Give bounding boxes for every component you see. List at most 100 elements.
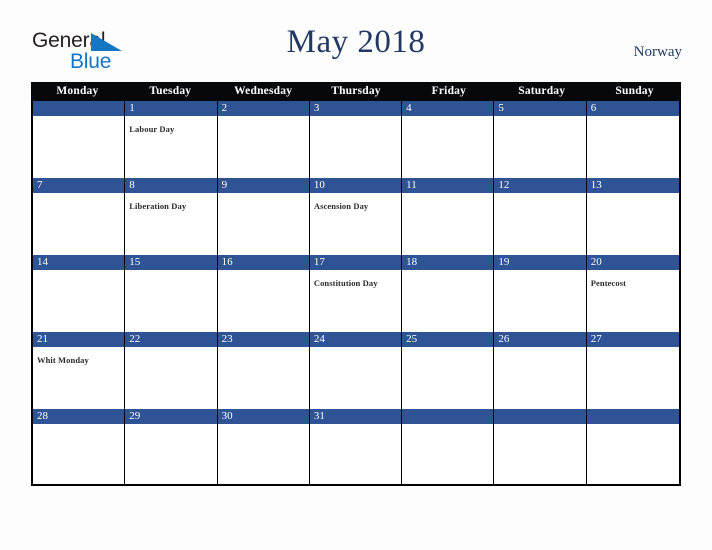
weekday-header-friday: Friday [431, 85, 467, 97]
day-number-bar: 13 [586, 178, 679, 193]
day-cell[interactable]: 29 [125, 409, 218, 484]
day-cell[interactable]: 19 [494, 255, 587, 332]
day-cell[interactable]: 23 [217, 332, 310, 409]
day-cell[interactable] [494, 409, 587, 484]
day-number: 18 [406, 256, 418, 268]
day-cell[interactable]: 9 [217, 178, 310, 255]
day-cell[interactable]: 31 [309, 409, 403, 484]
day-body [218, 347, 309, 409]
weekday-header-thursday: Thursday [331, 85, 381, 97]
day-body [33, 116, 124, 178]
day-body: Liberation Day [125, 193, 216, 255]
day-number-bar: 20 [586, 255, 679, 270]
day-number-bar: 1 [125, 101, 217, 116]
day-body [310, 116, 401, 178]
day-cell[interactable]: 11 [402, 178, 495, 255]
day-number: 8 [129, 179, 135, 191]
day-body: Constitution Day [310, 270, 401, 332]
day-number: 31 [313, 410, 325, 422]
day-cell[interactable]: 14 [33, 255, 126, 332]
country-label: Norway [633, 44, 682, 60]
day-cell[interactable]: 13 [586, 178, 679, 255]
day-number: 7 [37, 179, 43, 191]
day-cell[interactable]: 7 [33, 178, 126, 255]
day-body: Labour Day [125, 116, 216, 178]
day-cell[interactable]: 22 [125, 332, 218, 409]
day-cell[interactable]: 16 [217, 255, 310, 332]
day-number-bar: 22 [125, 332, 217, 347]
day-number-bar: 8 [125, 178, 217, 193]
calendar-page: General Blue May 2018 Norway Monday Tues… [0, 0, 712, 550]
weekday-header-sunday: Sunday [615, 85, 654, 97]
day-number-bar: 7 [33, 178, 125, 193]
day-number-bar: 15 [125, 255, 217, 270]
day-body [587, 347, 679, 409]
day-number-bar: 28 [33, 409, 125, 424]
day-body [33, 424, 124, 484]
day-number-bar: 26 [494, 332, 586, 347]
day-number-bar [402, 409, 494, 424]
day-number: 5 [498, 102, 504, 114]
day-number-bar: 25 [402, 332, 494, 347]
day-number-bar: 12 [494, 178, 586, 193]
day-cell[interactable]: 26 [494, 332, 587, 409]
day-number: 15 [129, 256, 141, 268]
day-number: 17 [313, 256, 325, 268]
day-number: 12 [498, 179, 510, 191]
day-number-bar: 30 [217, 409, 309, 424]
day-body [587, 193, 679, 255]
day-cell[interactable] [33, 101, 126, 178]
day-body [218, 270, 309, 332]
calendar-grid: Monday Tuesday Wednesday Thursday Friday… [31, 82, 681, 486]
day-number-bar: 29 [125, 409, 217, 424]
day-cell[interactable]: 5 [494, 101, 587, 178]
weekday-header-wednesday: Wednesday [234, 85, 293, 97]
day-cell[interactable]: 30 [217, 409, 310, 484]
day-body [125, 347, 216, 409]
day-body [494, 347, 585, 409]
day-cell[interactable]: 8 Liberation Day [125, 178, 218, 255]
day-cell[interactable]: 18 [402, 255, 495, 332]
day-event: Whit Monday [37, 355, 89, 365]
day-body: Pentecost [587, 270, 679, 332]
day-cell[interactable]: 28 [33, 409, 126, 484]
day-number: 27 [590, 333, 602, 345]
day-number-bar: 24 [309, 332, 402, 347]
day-body [402, 347, 493, 409]
day-number-bar: 21 [33, 332, 125, 347]
day-cell[interactable]: 21 Whit Monday [33, 332, 126, 409]
day-cell[interactable]: 12 [494, 178, 587, 255]
day-cell[interactable]: 4 [402, 101, 495, 178]
day-cell[interactable]: 15 [125, 255, 218, 332]
day-number: 10 [313, 179, 325, 191]
day-number: 29 [129, 410, 141, 422]
day-body: Whit Monday [33, 347, 124, 409]
day-cell[interactable]: 1 Labour Day [125, 101, 218, 178]
day-body [494, 424, 585, 484]
day-body [125, 424, 216, 484]
day-cell[interactable]: 25 [402, 332, 495, 409]
day-cell[interactable] [586, 409, 679, 484]
day-body [402, 270, 493, 332]
day-body [310, 347, 401, 409]
day-cell[interactable]: 24 [309, 332, 403, 409]
day-body [33, 270, 124, 332]
day-cell[interactable]: 17 Constitution Day [309, 255, 403, 332]
day-cell[interactable]: 6 [586, 101, 679, 178]
day-cell[interactable]: 2 [217, 101, 310, 178]
week-row: 21 Whit Monday 22 23 24 25 26 27 [31, 332, 681, 409]
day-number-bar: 9 [217, 178, 309, 193]
day-number: 20 [590, 256, 602, 268]
day-number: 9 [221, 179, 228, 191]
day-body [402, 116, 493, 178]
day-cell[interactable]: 3 [309, 101, 403, 178]
day-number-bar [494, 409, 586, 424]
day-cell[interactable]: 20 Pentecost [586, 255, 679, 332]
day-cell[interactable]: 10 Ascension Day [309, 178, 403, 255]
day-event: Ascension Day [313, 201, 369, 211]
day-number: 26 [498, 333, 510, 345]
day-cell[interactable]: 27 [586, 332, 679, 409]
day-number: 16 [221, 256, 233, 268]
day-cell[interactable] [402, 409, 495, 484]
day-number: 25 [406, 333, 418, 345]
